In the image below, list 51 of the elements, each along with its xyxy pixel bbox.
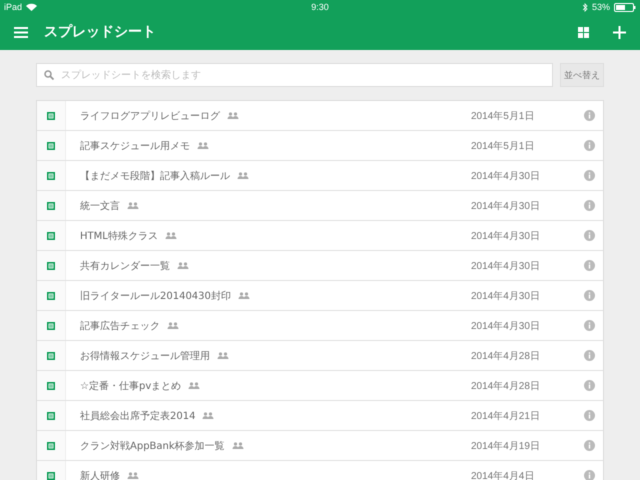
info-icon[interactable] — [584, 170, 595, 181]
file-name[interactable]: お得情報スケジュール管理用 — [80, 348, 210, 362]
info-icon[interactable] — [584, 230, 595, 241]
battery-icon — [614, 2, 636, 12]
app-title: スプレッドシート — [44, 23, 157, 41]
menu-icon[interactable] — [14, 26, 28, 38]
modified-date: 2014年4月28日 — [471, 350, 541, 362]
modified-date: 2014年4月30日 — [471, 290, 541, 302]
file-name[interactable]: ライフログアプリレビューログ — [80, 108, 220, 122]
modified-date: 2014年4月30日 — [471, 260, 541, 272]
wifi-icon — [26, 3, 38, 11]
file-name[interactable]: ☆定番・仕事pvまとめ — [80, 378, 182, 392]
file-name[interactable]: 統一文言 — [80, 198, 120, 212]
info-icon[interactable] — [584, 290, 595, 301]
info-icon[interactable] — [584, 350, 595, 361]
info-icon[interactable] — [584, 200, 595, 211]
sort-button[interactable]: 並べ替え — [560, 63, 604, 87]
file-name[interactable]: 記事スケジュール用メモ — [80, 138, 190, 152]
file-name[interactable]: 記事広告チェック — [80, 318, 160, 332]
file-name[interactable]: クラン対戦AppBank杯参加一覧 — [80, 438, 225, 452]
file-name[interactable]: 社員総会出席予定表2014 — [80, 408, 196, 422]
modified-date: 2014年4月30日 — [471, 230, 541, 242]
add-icon[interactable] — [613, 26, 626, 38]
bluetooth-icon — [582, 2, 588, 12]
modified-date: 2014年5月1日 — [471, 140, 536, 152]
modified-date: 2014年5月1日 — [471, 110, 536, 122]
info-icon[interactable] — [584, 440, 595, 451]
grid-view-icon[interactable] — [578, 26, 589, 38]
info-icon[interactable] — [584, 380, 595, 391]
file-name[interactable]: HTML特殊クラス — [80, 228, 158, 242]
modified-date: 2014年4月30日 — [471, 200, 541, 212]
modified-date: 2014年4月30日 — [471, 170, 541, 182]
info-icon[interactable] — [584, 140, 595, 151]
info-icon[interactable] — [584, 110, 595, 121]
file-name[interactable]: 旧ライタールール20140430封印 — [80, 288, 231, 302]
modified-date: 2014年4月21日 — [471, 410, 541, 422]
file-name[interactable]: 【まだメモ段階】記事入稿ルール — [80, 168, 230, 182]
info-icon[interactable] — [584, 320, 595, 331]
modified-date: 2014年4月4日 — [471, 470, 536, 480]
info-icon[interactable] — [584, 410, 595, 421]
modified-date: 2014年4月28日 — [471, 380, 541, 392]
clock: 9:30 — [311, 2, 329, 12]
modified-date: 2014年4月30日 — [471, 320, 541, 332]
info-icon[interactable] — [584, 260, 595, 271]
file-name[interactable]: 新人研修 — [80, 468, 120, 480]
search-field[interactable]: スプレッドシートを検索します — [36, 63, 553, 87]
device-name: iPad — [4, 2, 22, 12]
file-name[interactable]: 共有カレンダー一覧 — [80, 258, 170, 272]
info-icon[interactable] — [584, 470, 595, 480]
modified-date: 2014年4月19日 — [471, 440, 541, 452]
battery-percent: 53% — [592, 2, 610, 12]
